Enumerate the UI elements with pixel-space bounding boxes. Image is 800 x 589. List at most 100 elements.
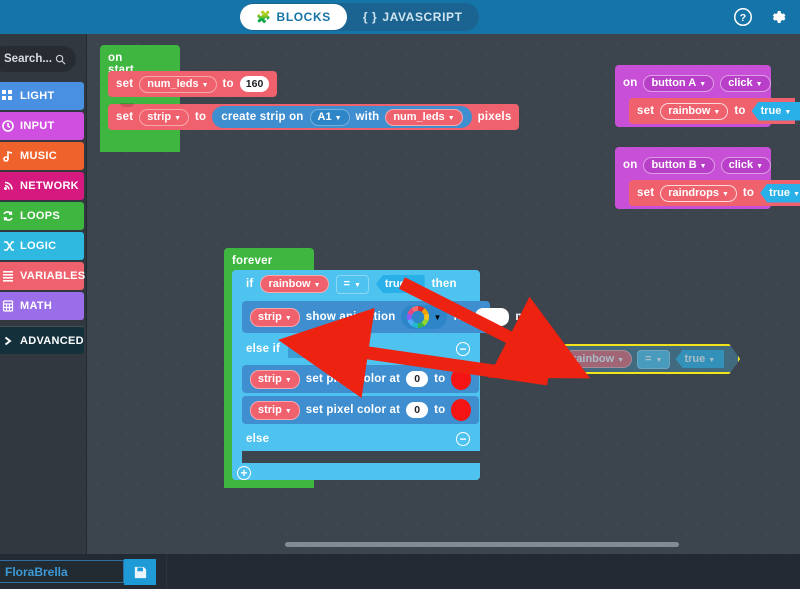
num-leds-value[interactable]: 160 [240,76,270,92]
svg-text:?: ? [740,12,746,24]
block-set-rainbow[interactable]: set rainbow▼ to true▼ [629,98,795,124]
button-source-dropdown-a[interactable]: button A▼ [643,75,714,92]
with-keyword: with [356,111,380,123]
on-keyword: on [623,77,637,89]
button-source-dropdown-b[interactable]: button B▼ [643,157,714,174]
sidebar-item-light[interactable]: LIGHT [0,82,84,110]
set-keyword: set [637,187,654,199]
puzzle-piece-icon: 🧩 [256,11,272,23]
blocks-workspace[interactable]: on start set num_leds▼ to 160 set strip▼… [87,34,800,554]
pin-dropdown[interactable]: A1▼ [310,109,350,126]
block-set-pixel-color-2[interactable]: strip▼ set pixel color at 0 to [242,396,479,424]
then-keyword-2: then [322,343,347,355]
dragged-boolean-block[interactable]: rainbow▼ =▼ true▼ [548,344,740,374]
button-action-dropdown-a[interactable]: click▼ [720,75,770,92]
else-keyword: else [246,433,269,445]
block-set-strip[interactable]: set strip▼ to create strip on A1▼ with n… [108,104,519,130]
sidebar-item-network[interactable]: NETWORK [0,172,84,200]
variable-dropdown-num-leds-ref[interactable]: num_leds▼ [385,109,462,126]
to-keyword: to [434,404,445,416]
block-on-button-b-click[interactable]: on button B▼ click▼ set raindrops▼ to tr… [615,147,771,209]
sidebar-item-input[interactable]: INPUT [0,112,84,140]
to-keyword: to [223,78,234,90]
ms-unit: ms [515,311,532,323]
variable-dropdown-strip-px2[interactable]: strip▼ [250,401,300,420]
variable-dropdown-strip-anim[interactable]: strip▼ [250,308,300,327]
block-show-animation[interactable]: strip▼ show animation ▼ for ms [242,301,490,333]
sidebar-item-math[interactable]: MATH [0,292,84,320]
sidebar-item-light-label: LIGHT [20,90,55,102]
branch-icon [2,240,14,252]
pixel-index-field-2[interactable]: 0 [406,402,428,418]
sidebar-item-advanced-label: ADVANCED [20,335,84,347]
color-swatch-1[interactable] [451,368,471,390]
block-set-pixel-color-1[interactable]: strip▼ set pixel color at 0 to [242,365,479,393]
if-row[interactable]: if rainbow▼ =▼ true▼ then [232,270,480,298]
block-notch [120,103,134,107]
animation-picker[interactable]: ▼ [401,305,447,329]
boolean-dropdown-true-a[interactable]: true▼ [752,102,800,121]
duration-field[interactable] [475,308,509,326]
forever-label: forever [232,255,272,267]
chevron-down-icon: ▼ [617,357,624,364]
variable-dropdown-rainbow-drag[interactable]: rainbow▼ [564,350,632,368]
boolean-dropdown-true-drag[interactable]: true▼ [675,350,724,368]
block-set-raindrops[interactable]: set raindrops▼ to true▼ [629,180,800,206]
block-on-button-a-click[interactable]: on button A▼ click▼ set rainbow▼ to true… [615,65,771,127]
chevron-down-icon: ▼ [448,115,455,122]
minus-circle-icon-2[interactable]: − [456,432,470,446]
curly-braces-icon: { } [363,11,377,23]
else-row[interactable]: else − [232,427,480,451]
sidebar-item-variables[interactable]: VARIABLES [0,262,84,290]
search-input[interactable]: Search... [0,46,76,72]
chevron-down-icon: ▼ [314,282,321,289]
question-mark-icon[interactable]: ? [734,8,752,26]
event-header-b: on button B▼ click▼ [615,153,779,177]
horizontal-scrollbar[interactable] [285,542,679,547]
to-keyword: to [195,111,206,123]
set-keyword: set [116,111,133,123]
variable-dropdown-rainbow[interactable]: rainbow▼ [660,103,728,120]
chevron-down-icon: ▼ [285,408,292,415]
tab-javascript[interactable]: { } JAVASCRIPT [347,4,479,30]
empty-boolean-slot[interactable] [288,340,314,358]
sidebar-item-logic[interactable]: LOGIC [0,232,84,260]
chevron-down-icon: ▼ [699,81,706,88]
gear-icon[interactable] [768,8,786,26]
else-if-row[interactable]: else if then − [232,336,480,362]
tab-javascript-label: JAVASCRIPT [382,10,462,24]
sidebar-item-advanced[interactable]: ADVANCED [0,326,84,354]
sidebar-item-loops[interactable]: LOOPS [0,202,84,230]
color-swatch-2[interactable] [451,399,471,421]
pixels-label: pixels [478,111,512,123]
save-button[interactable] [124,559,156,585]
variable-dropdown-num-leds[interactable]: num_leds▼ [139,76,216,93]
chevron-down-icon: ▼ [784,109,791,116]
chevron-down-icon: ▼ [409,282,416,289]
chevron-down-icon: ▼ [285,377,292,384]
tab-blocks-label: BLOCKS [277,10,331,24]
tab-blocks[interactable]: 🧩 BLOCKS [240,4,347,30]
variable-dropdown-strip-px1[interactable]: strip▼ [250,370,300,389]
sidebar-item-math-label: MATH [20,300,52,312]
sidebar-item-music[interactable]: MUSIC [0,142,84,170]
button-action-dropdown-b[interactable]: click▼ [721,157,771,174]
variable-dropdown-rainbow-cond[interactable]: rainbow▼ [260,275,328,293]
bottom-bar-divider [166,554,167,589]
boolean-dropdown-true-b[interactable]: true▼ [760,184,800,203]
else-empty-slot[interactable] [242,451,480,463]
variable-dropdown-strip[interactable]: strip▼ [139,109,189,126]
pixel-index-field-1[interactable]: 0 [406,371,428,387]
block-set-num-leds[interactable]: set num_leds▼ to 160 [108,71,277,97]
project-name-input[interactable]: FloraBrella [0,560,124,583]
clock-icon [2,120,14,132]
minus-circle-icon[interactable]: − [456,342,470,356]
operator-dropdown[interactable]: =▼ [336,275,369,294]
boolean-dropdown-true-cond[interactable]: true▼ [376,275,425,293]
block-create-strip[interactable]: create strip on A1▼ with num_leds▼ [212,106,471,128]
plus-circle-icon[interactable]: + [237,466,251,480]
variable-dropdown-raindrops[interactable]: raindrops▼ [660,185,737,202]
operator-dropdown-drag[interactable]: =▼ [637,350,670,369]
project-name-value: FloraBrella [5,565,68,579]
editor-mode-switch[interactable]: 🧩 BLOCKS { } JAVASCRIPT [240,3,479,31]
